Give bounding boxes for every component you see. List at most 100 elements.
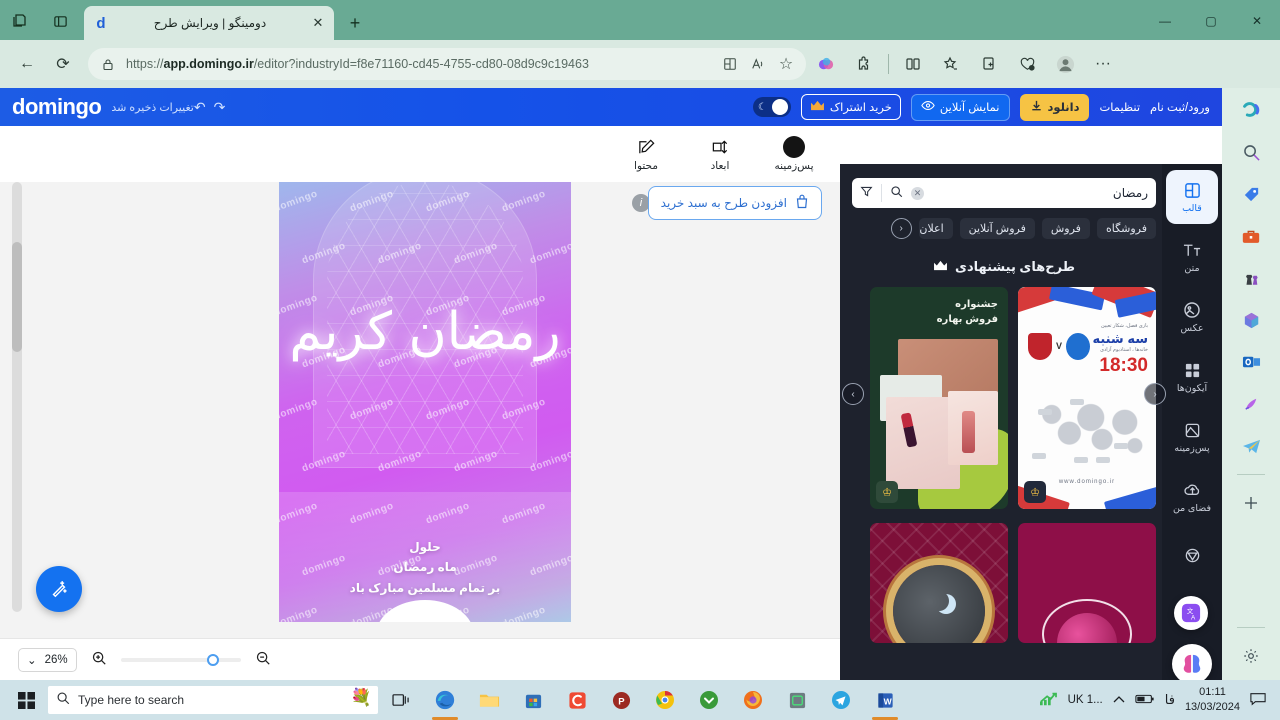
template-thumbnail-ramadan-1[interactable] — [1018, 523, 1156, 643]
download-button[interactable]: دانلود — [1019, 93, 1090, 121]
tag-sale[interactable]: فروش — [1041, 218, 1090, 239]
template-search-box[interactable]: رمضان ✕ — [852, 178, 1156, 208]
account-link[interactable]: ورود/ثبت نام — [1150, 100, 1210, 114]
extensions-puzzle-icon[interactable] — [846, 48, 882, 80]
taskbar-clock[interactable]: 01:11 13/03/2024 — [1185, 685, 1240, 715]
taskbar-app-notepad[interactable] — [776, 680, 818, 720]
template-thumbnail-ramadan-2[interactable] — [870, 523, 1008, 643]
zoom-in-icon[interactable] — [91, 650, 107, 670]
ai-assistant-button[interactable] — [1172, 644, 1212, 680]
maximize-button[interactable]: ▢ — [1188, 2, 1234, 40]
taskbar-app-word[interactable]: W — [864, 680, 906, 720]
settings-link[interactable]: تنظیمات — [1099, 100, 1140, 114]
rail-item-my-space[interactable]: فضای من — [1166, 470, 1218, 524]
design-canvas-poster[interactable]: رمضان کریم حلول ماه رمضان بر تمام مسلمین… — [279, 182, 571, 622]
rail-item-icons[interactable]: آیکون‌ها — [1166, 350, 1218, 404]
rail-item-image[interactable]: عکس — [1166, 290, 1218, 344]
taskbar-app-firefox[interactable] — [732, 680, 774, 720]
rail-item-more[interactable] — [1166, 530, 1218, 584]
rail-item-text[interactable]: متن — [1166, 230, 1218, 284]
add-sidebar-icon[interactable] — [1235, 487, 1267, 519]
designer-icon[interactable] — [1235, 388, 1267, 420]
zoom-level-select[interactable]: ⌄ 26% — [18, 647, 77, 672]
url-bar[interactable]: https://app.domingo.ir/editor?industryId… — [88, 48, 806, 80]
add-to-cart-button[interactable]: افزودن طرح به سبد خرید — [647, 186, 822, 220]
tag-announcement[interactable]: اعلان — [918, 218, 953, 239]
tag-prev-button[interactable]: ‹ — [890, 218, 912, 239]
subscribe-button[interactable]: خرید اشتراک — [800, 94, 901, 120]
new-tab-button[interactable]: + — [340, 8, 370, 38]
taskbar-app-potplayer[interactable]: P — [600, 680, 642, 720]
template-thumbnail-football[interactable]: V بازی فصل، شکار تعیین سه شنبه خانه‌ها ،… — [1018, 287, 1156, 509]
search-input[interactable]: رمضان — [932, 186, 1148, 200]
search-icon[interactable] — [890, 185, 903, 201]
zoom-out-icon[interactable] — [255, 650, 271, 670]
taskbar-app-microsoft-store[interactable] — [512, 680, 554, 720]
redo-button[interactable]: ↷ — [214, 99, 226, 116]
domingo-logo[interactable]: domingo — [12, 94, 102, 120]
split-screen-icon[interactable] — [720, 54, 740, 74]
read-aloud-icon[interactable] — [748, 54, 768, 74]
minimize-button[interactable]: — — [1142, 2, 1188, 40]
tray-chevron-icon[interactable] — [1113, 693, 1125, 708]
copilot-icon[interactable] — [808, 48, 844, 80]
canvas-scrollbar-thumb[interactable] — [12, 242, 22, 352]
magic-wand-button[interactable] — [36, 566, 82, 612]
collections-icon[interactable] — [971, 48, 1007, 80]
search-icon[interactable] — [1235, 136, 1267, 168]
dark-mode-toggle[interactable]: ☾ — [752, 97, 791, 117]
tab-actions-icon[interactable] — [0, 2, 40, 40]
translate-widget-button[interactable]: 文 A — [1174, 596, 1208, 630]
browser-essentials-icon[interactable] — [1009, 48, 1045, 80]
rail-item-background[interactable]: پس‌زمینه — [1166, 410, 1218, 464]
taskbar-app-file-explorer[interactable] — [468, 680, 510, 720]
profile-avatar-icon[interactable] — [1047, 48, 1083, 80]
browser-tab[interactable]: d دومینگو | ویرایش طرح ✕ — [84, 6, 334, 40]
language-indicator[interactable]: فا — [1165, 692, 1175, 708]
favorites-icon[interactable] — [933, 48, 969, 80]
clear-x-icon[interactable]: ✕ — [911, 186, 924, 200]
taskbar-app-idm[interactable] — [688, 680, 730, 720]
poster-message[interactable]: حلول ماه رمضان بر تمام مسلمین مبارک باد — [279, 537, 571, 598]
rail-item-template[interactable]: قالب — [1166, 170, 1218, 224]
carousel-next-button[interactable]: › — [842, 383, 864, 405]
task-view-icon[interactable] — [380, 680, 422, 720]
close-window-button[interactable]: ✕ — [1234, 2, 1280, 40]
tag-online-sale[interactable]: فروش آنلاین — [959, 218, 1035, 239]
taskbar-app-telegram[interactable] — [820, 680, 862, 720]
microsoft365-icon[interactable] — [1235, 304, 1267, 336]
tool-background[interactable]: پس‌زمینه — [770, 136, 818, 172]
windows-start-icon[interactable] — [6, 680, 46, 720]
tools-icon[interactable] — [1235, 220, 1267, 252]
settings-more-icon[interactable]: ··· — [1085, 48, 1121, 80]
close-tab-icon[interactable]: ✕ — [310, 15, 326, 31]
tool-dimensions[interactable]: ابعاد — [696, 136, 744, 172]
sidebar-settings-icon[interactable] — [1235, 640, 1267, 672]
taskbar-search-box[interactable]: Type here to search 💐 — [48, 686, 378, 714]
outlook-icon[interactable] — [1235, 346, 1267, 378]
battery-icon[interactable] — [1135, 693, 1155, 708]
split-screen-icon[interactable] — [895, 48, 931, 80]
signal-icon[interactable] — [1038, 691, 1058, 710]
tag-shop[interactable]: فروشگاه — [1096, 218, 1156, 239]
network-label[interactable]: UK 1... — [1068, 694, 1103, 706]
online-preview-button[interactable]: نمایش آنلاین — [910, 93, 1010, 121]
zoom-slider[interactable] — [120, 653, 241, 666]
taskbar-app-chrome[interactable] — [644, 680, 686, 720]
carousel-prev-button[interactable]: ‹ — [1144, 383, 1166, 405]
undo-button[interactable]: ↶ — [194, 99, 206, 116]
games-icon[interactable] — [1235, 262, 1267, 294]
tool-content[interactable]: محتوا — [622, 136, 670, 172]
taskbar-app-edge[interactable] — [424, 680, 466, 720]
zoom-slider-knob[interactable] — [206, 653, 219, 666]
template-thumbnail-spring-sale[interactable]: جشنواره فروش بهاره ♔ — [870, 287, 1008, 509]
favorite-star-icon[interactable]: ☆ — [776, 54, 796, 74]
filter-icon[interactable] — [860, 185, 873, 201]
vertical-tabs-icon[interactable] — [40, 2, 80, 40]
shopping-tag-icon[interactable] — [1235, 178, 1267, 210]
canvas-area[interactable]: i افزودن طرح به سبد خرید رمضان کریم حلول… — [0, 182, 840, 680]
taskbar-app-camtasia[interactable] — [556, 680, 598, 720]
back-button[interactable]: ← — [10, 47, 44, 81]
telegram-icon[interactable] — [1235, 430, 1267, 462]
poster-calligraphy[interactable]: رمضان کریم — [279, 302, 571, 362]
